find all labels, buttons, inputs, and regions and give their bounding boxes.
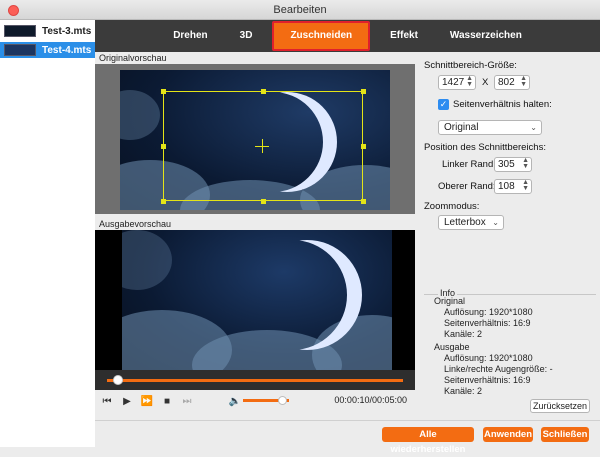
stepper-arrows-icon[interactable]: ▲ ▼ [522, 157, 529, 170]
top-margin-value: 108 [498, 181, 515, 192]
original-preview [95, 64, 415, 214]
skip-back-icon[interactable]: ⏮ [99, 393, 115, 409]
tab-rotate[interactable]: Drehen [157, 20, 223, 52]
ratio-value: Original [444, 122, 479, 133]
crop-settings: Schnittbereich-Größe: 1427 ▲ ▼ X 802 ▲ ▼ ✓ S… [420, 52, 600, 420]
close-window-button[interactable] [8, 5, 19, 16]
output-video-frame [122, 230, 392, 370]
crop-handle[interactable] [361, 89, 366, 94]
tab-watermark[interactable]: Wasserzeichen [434, 20, 538, 52]
x-separator: X [482, 77, 489, 88]
output-preview [95, 230, 415, 370]
crop-handle[interactable] [161, 89, 166, 94]
crop-height-value: 802 [498, 77, 515, 88]
fast-forward-icon[interactable]: ⏩ [139, 393, 155, 409]
video-thumbnail [4, 25, 36, 37]
keep-ratio-checkbox[interactable]: ✓ [438, 99, 449, 110]
ratio-select[interactable]: Original ⌄ [438, 120, 542, 135]
crop-handle[interactable] [161, 199, 166, 204]
seek-handle[interactable] [112, 375, 123, 385]
tab-crop[interactable]: Zuschneiden [272, 21, 371, 51]
stepper-arrows-icon[interactable]: ▲ ▼ [466, 75, 473, 88]
preview-pane: Originalvorschau Ausgabevorschau ⏮ ▶ ⏩ ■… [95, 52, 415, 420]
file-name: Test-3.mts [42, 25, 92, 37]
crop-handle[interactable] [361, 199, 366, 204]
zoom-mode-value: Letterbox [444, 217, 486, 228]
output-preview-label: Ausgabevorschau [99, 219, 172, 229]
file-item-selected[interactable]: Test-4.mts [0, 42, 95, 58]
top-margin-label: Oberer Rand: [438, 181, 496, 192]
info-text: Seitenverhältnis: 16:9 [444, 375, 531, 385]
tab-3d[interactable]: 3D [224, 20, 269, 52]
volume-handle[interactable] [278, 396, 288, 405]
file-list: Test-3.mts Test-4.mts [0, 20, 95, 447]
play-icon[interactable]: ▶ [119, 393, 135, 409]
crop-width-stepper[interactable]: 1427 ▲ ▼ [438, 75, 476, 90]
timecode: 00:00:10/00:05:00 [334, 395, 407, 405]
next-frame-icon[interactable]: ⏭ [179, 393, 195, 409]
original-preview-label: Originalvorschau [99, 53, 167, 63]
seek-bar[interactable] [95, 370, 415, 390]
seek-track[interactable] [107, 379, 403, 382]
playback-controls: ⏮ ▶ ⏩ ■ ⏭ 🔈 00:00:10/00:05:00 [95, 390, 415, 412]
info-text: Kanäle: 2 [444, 329, 483, 339]
left-margin-label: Linker Rand: [442, 159, 496, 170]
info-panel: Info Original Auflösung: 1920*1080 Seite… [424, 288, 596, 402]
top-margin-stepper[interactable]: 108 ▲ ▼ [494, 179, 532, 194]
crop-handle[interactable] [261, 199, 266, 204]
tab-effect[interactable]: Effekt [374, 20, 434, 52]
edit-window: Bearbeiten Test-3.mts Test-4.mts Drehen … [0, 0, 600, 455]
stepper-arrows-icon[interactable]: ▲ ▼ [520, 75, 527, 88]
zoom-mode-label: Zoommodus: [424, 201, 480, 212]
edit-tab-bar: Drehen 3D Zuschneiden Effekt Wasserzeich… [95, 20, 600, 52]
file-name: Test-4.mts [42, 44, 92, 56]
apply-button[interactable]: Anwenden [483, 427, 533, 442]
crop-height-stepper[interactable]: 802 ▲ ▼ [494, 75, 530, 90]
crop-handle[interactable] [361, 144, 366, 149]
left-margin-value: 305 [498, 159, 515, 170]
reset-button[interactable]: Zurücksetzen [530, 399, 590, 413]
chevron-down-icon: ⌄ [530, 123, 537, 132]
info-text: Kanäle: 2 [444, 386, 483, 396]
left-margin-stepper[interactable]: 305 ▲ ▼ [494, 157, 532, 172]
stepper-arrows-icon[interactable]: ▲ ▼ [522, 179, 529, 192]
keep-ratio-label: Seitenverhältnis halten: [453, 99, 552, 110]
crosshair-icon [262, 139, 263, 153]
info-text: Linke/rechte Augengröße: - [444, 364, 553, 374]
info-original-header: Original [434, 296, 466, 306]
crop-handle[interactable] [161, 144, 166, 149]
info-text: Auflösung: 1920*1080 [444, 353, 533, 363]
info-output-header: Ausgabe [434, 342, 470, 352]
footer-bar: Alle wiederherstellen Anwenden Schließen [95, 420, 600, 455]
crop-handle[interactable] [261, 89, 266, 94]
info-text: Auflösung: 1920*1080 [444, 307, 533, 317]
title-bar: Bearbeiten [0, 0, 600, 20]
moon-image [252, 240, 362, 350]
zoom-mode-select[interactable]: Letterbox ⌄ [438, 215, 504, 230]
volume-icon[interactable]: 🔈 [227, 393, 243, 409]
crop-width-value: 1427 [442, 77, 465, 88]
crop-size-label: Schnittbereich-Größe: [424, 60, 517, 71]
info-text: Seitenverhältnis: 16:9 [444, 318, 531, 328]
restore-all-button[interactable]: Alle wiederherstellen [382, 427, 474, 455]
window-title: Bearbeiten [273, 4, 327, 16]
video-thumbnail [4, 44, 36, 56]
file-item[interactable]: Test-3.mts [0, 23, 95, 39]
chevron-down-icon: ⌄ [492, 218, 499, 227]
stop-icon[interactable]: ■ [159, 393, 175, 409]
crop-position-label: Position des Schnittbereichs: [424, 142, 546, 153]
close-button[interactable]: Schließen [541, 427, 589, 442]
